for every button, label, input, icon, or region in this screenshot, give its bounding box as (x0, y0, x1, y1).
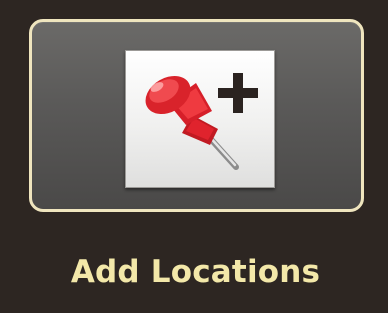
plus-icon-horizontal (218, 88, 258, 98)
add-locations-panel: Add Locations (0, 0, 391, 313)
add-location-pushpin-icon (145, 73, 258, 170)
add-location-icon-tile (125, 50, 275, 188)
add-locations-label: Add Locations (70, 254, 321, 290)
add-locations-button[interactable] (29, 19, 364, 212)
